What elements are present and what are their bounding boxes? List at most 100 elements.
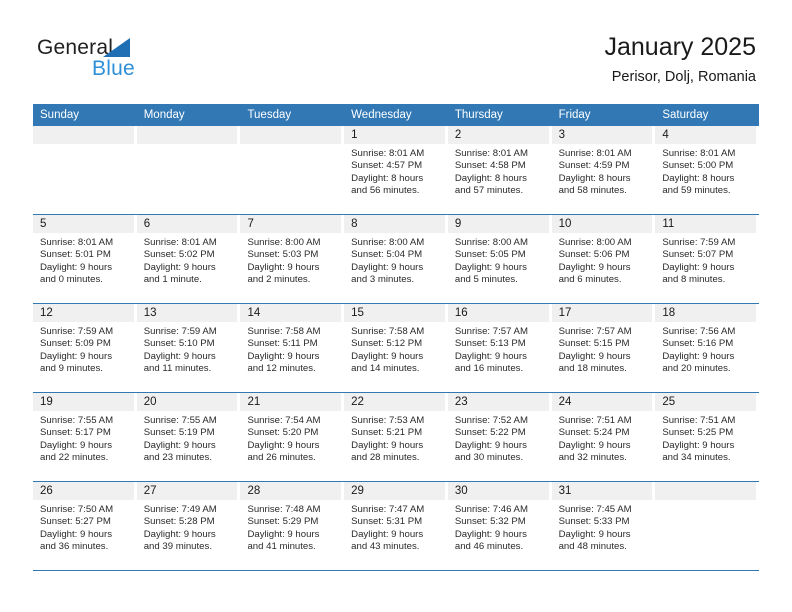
sun-info: Sunrise: 7:58 AM Sunset: 5:12 PM Daylight:… [344,322,445,376]
day-cell[interactable]: 8 Sunrise: 8:00 AM Sunset: 5:04 PM Daylight… [344,215,448,303]
sun-info-daylight1: Daylight: 9 hours [351,439,424,451]
day-number: 29 [344,482,445,500]
sun-info-daylight1: Daylight: 9 hours [662,350,735,362]
day-cell[interactable]: 17 Sunrise: 7:57 AM Sunset: 5:15 PM Dayligh… [551,304,656,392]
day-cell-inner: 20 Sunrise: 7:55 AM Sunset: 5:19 PM Dayligh… [136,393,238,481]
sun-info-sunset: Sunset: 5:29 PM [247,516,319,528]
day-cell-inner: 17 Sunrise: 7:57 AM Sunset: 5:15 PM Dayligh… [551,304,653,392]
sun-info-daylight1: Daylight: 9 hours [558,528,631,540]
day-cell-empty [136,126,241,214]
sun-info-daylight2: and 59 minutes. [662,185,731,197]
sun-info: Sunrise: 7:54 AM Sunset: 5:20 PM Daylight:… [240,411,341,465]
day-cell-inner: 29 Sunrise: 7:47 AM Sunset: 5:31 PM Dayligh… [344,482,445,570]
sun-info: Sunrise: 8:01 AM Sunset: 4:58 PM Daylight:… [448,144,549,198]
sun-info: Sunrise: 8:00 AM Sunset: 5:04 PM Daylight:… [344,233,445,287]
day-number: 12 [33,304,134,322]
day-number: 22 [344,393,445,411]
weekday-header-saturday: Saturday [662,109,709,121]
sun-info-sunset: Sunset: 5:00 PM [662,160,734,172]
sun-info-sunrise: Sunrise: 8:00 AM [558,237,632,248]
sun-info-sunset: Sunset: 5:27 PM [40,516,111,528]
day-cell[interactable]: 22 Sunrise: 7:53 AM Sunset: 5:21 PM Dayligh… [344,393,448,481]
sun-info-sunrise: Sunrise: 7:55 AM [143,415,217,426]
day-cell[interactable]: 11 Sunrise: 7:59 AM Sunset: 5:07 PM Dayligh… [655,215,760,303]
day-cell[interactable]: 5 Sunrise: 8:01 AM Sunset: 5:01 PM Daylight… [33,215,137,303]
day-cell-inner: 3 Sunrise: 8:01 AM Sunset: 4:59 PM Daylight… [551,126,653,214]
sun-info-daylight2: and 57 minutes. [454,185,524,197]
sun-info-sunset: Sunset: 5:13 PM [454,338,526,350]
day-cell[interactable]: 24 Sunrise: 7:51 AM Sunset: 5:24 PM Dayligh… [551,393,656,481]
day-cell[interactable]: 18 Sunrise: 7:56 AM Sunset: 5:16 PM Dayligh… [655,304,760,392]
day-number: 25 [655,393,757,411]
day-cell[interactable]: 27 Sunrise: 7:49 AM Sunset: 5:28 PM Dayligh… [136,482,241,570]
day-number: 10 [551,215,653,233]
day-cell[interactable]: 9 Sunrise: 8:00 AM Sunset: 5:05 PM Daylight… [447,215,552,303]
day-cell[interactable]: 21 Sunrise: 7:54 AM Sunset: 5:20 PM Dayligh… [240,393,345,481]
day-cell[interactable]: 29 Sunrise: 7:47 AM Sunset: 5:31 PM Dayligh… [344,482,448,570]
sun-info: Sunrise: 7:48 AM Sunset: 5:29 PM Daylight:… [240,500,341,554]
sun-info: Sunrise: 7:46 AM Sunset: 5:32 PM Daylight:… [448,500,549,554]
day-cell-inner [240,126,342,214]
day-cell[interactable]: 13 Sunrise: 7:59 AM Sunset: 5:10 PM Dayligh… [136,304,241,392]
sun-info-daylight2: and 6 minutes. [558,274,622,286]
day-cell[interactable]: 16 Sunrise: 7:57 AM Sunset: 5:13 PM Dayligh… [447,304,552,392]
sun-info-daylight1: Daylight: 9 hours [143,528,216,540]
sun-info-daylight2: and 48 minutes. [558,541,627,553]
sun-info-sunset: Sunset: 5:31 PM [351,516,423,528]
sun-info-sunset: Sunset: 5:33 PM [558,516,630,528]
day-cell[interactable]: 20 Sunrise: 7:55 AM Sunset: 5:19 PM Dayligh… [136,393,241,481]
sun-info-sunrise: Sunrise: 8:00 AM [247,237,321,248]
day-cell[interactable]: 28 Sunrise: 7:48 AM Sunset: 5:29 PM Dayligh… [240,482,345,570]
day-cell[interactable]: 3 Sunrise: 8:01 AM Sunset: 4:59 PM Daylight… [551,126,656,214]
sun-info: Sunrise: 7:45 AM Sunset: 5:33 PM Daylight:… [552,500,653,554]
day-cell[interactable]: 2 Sunrise: 8:01 AM Sunset: 4:58 PM Daylight… [447,126,552,214]
sun-info: Sunrise: 7:53 AM Sunset: 5:21 PM Daylight:… [344,411,445,465]
sun-info-sunset: Sunset: 5:17 PM [40,427,111,439]
sun-info-sunset: Sunset: 5:20 PM [247,427,319,439]
sun-info: Sunrise: 8:00 AM Sunset: 5:06 PM Daylight:… [552,233,653,287]
day-cell[interactable]: 26 Sunrise: 7:50 AM Sunset: 5:27 PM Dayligh… [33,482,137,570]
day-cell-empty [240,126,345,214]
day-cell[interactable]: 23 Sunrise: 7:52 AM Sunset: 5:22 PM Dayligh… [447,393,552,481]
day-number: 26 [33,482,134,500]
sun-info-daylight2: and 0 minutes. [40,274,103,286]
day-cell[interactable]: 1 Sunrise: 8:01 AM Sunset: 4:57 PM Daylight… [344,126,448,214]
sun-info-daylight1: Daylight: 8 hours [662,172,735,184]
day-number: 27 [136,482,238,500]
sun-info: Sunrise: 8:00 AM Sunset: 5:05 PM Daylight:… [448,233,549,287]
day-cell[interactable]: 30 Sunrise: 7:46 AM Sunset: 5:32 PM Dayligh… [447,482,552,570]
sun-info-daylight1: Daylight: 9 hours [454,439,527,451]
day-cell[interactable]: 6 Sunrise: 8:01 AM Sunset: 5:02 PM Daylight… [136,215,241,303]
sun-info-sunrise: Sunrise: 8:01 AM [40,237,114,248]
sun-info-sunset: Sunset: 5:06 PM [558,249,630,261]
weekday-header-monday: Monday [143,109,185,121]
sun-info-daylight1: Daylight: 9 hours [454,261,527,273]
day-cell[interactable]: 14 Sunrise: 7:58 AM Sunset: 5:11 PM Dayligh… [240,304,345,392]
sun-info-sunrise: Sunrise: 7:47 AM [351,504,425,515]
sun-info: Sunrise: 7:51 AM Sunset: 5:25 PM Daylight:… [655,411,756,465]
sun-info-daylight1: Daylight: 8 hours [351,172,424,184]
sun-info-sunrise: Sunrise: 8:01 AM [558,148,632,159]
title-block: January 2025 Perisor, Dolj, Romania [604,32,756,86]
sun-info-daylight2: and 30 minutes. [454,452,524,464]
day-cell-inner: 21 Sunrise: 7:54 AM Sunset: 5:20 PM Dayligh… [240,393,342,481]
page-subtitle: Perisor, Dolj, Romania [611,69,756,85]
day-cell[interactable]: 25 Sunrise: 7:51 AM Sunset: 5:25 PM Dayligh… [655,393,760,481]
day-cell-inner: 22 Sunrise: 7:53 AM Sunset: 5:21 PM Dayligh… [344,393,445,481]
day-cell[interactable]: 7 Sunrise: 8:00 AM Sunset: 5:03 PM Daylight… [240,215,345,303]
sun-info-sunset: Sunset: 5:01 PM [40,249,111,261]
sun-info-sunrise: Sunrise: 8:01 AM [143,237,217,248]
day-cell[interactable]: 19 Sunrise: 7:55 AM Sunset: 5:17 PM Dayligh… [33,393,137,481]
day-cell[interactable]: 31 Sunrise: 7:45 AM Sunset: 5:33 PM Dayligh… [551,482,656,570]
sun-info: Sunrise: 8:01 AM Sunset: 4:59 PM Daylight:… [552,144,653,198]
sun-info-daylight2: and 28 minutes. [351,452,420,464]
day-cell[interactable]: 10 Sunrise: 8:00 AM Sunset: 5:06 PM Dayligh… [551,215,656,303]
day-cell[interactable]: 4 Sunrise: 8:01 AM Sunset: 5:00 PM Daylight… [655,126,760,214]
day-cell[interactable]: 12 Sunrise: 7:59 AM Sunset: 5:09 PM Dayligh… [33,304,137,392]
calendar-weeks: 1 Sunrise: 8:01 AM Sunset: 4:57 PM Daylight… [33,126,760,571]
sun-info-daylight1: Daylight: 9 hours [247,350,320,362]
logo-general-blue[interactable]: General Blue [37,36,247,88]
sun-info-sunrise: Sunrise: 7:56 AM [662,326,736,337]
day-number: 16 [447,304,549,322]
day-cell[interactable]: 15 Sunrise: 7:58 AM Sunset: 5:12 PM Dayligh… [344,304,448,392]
